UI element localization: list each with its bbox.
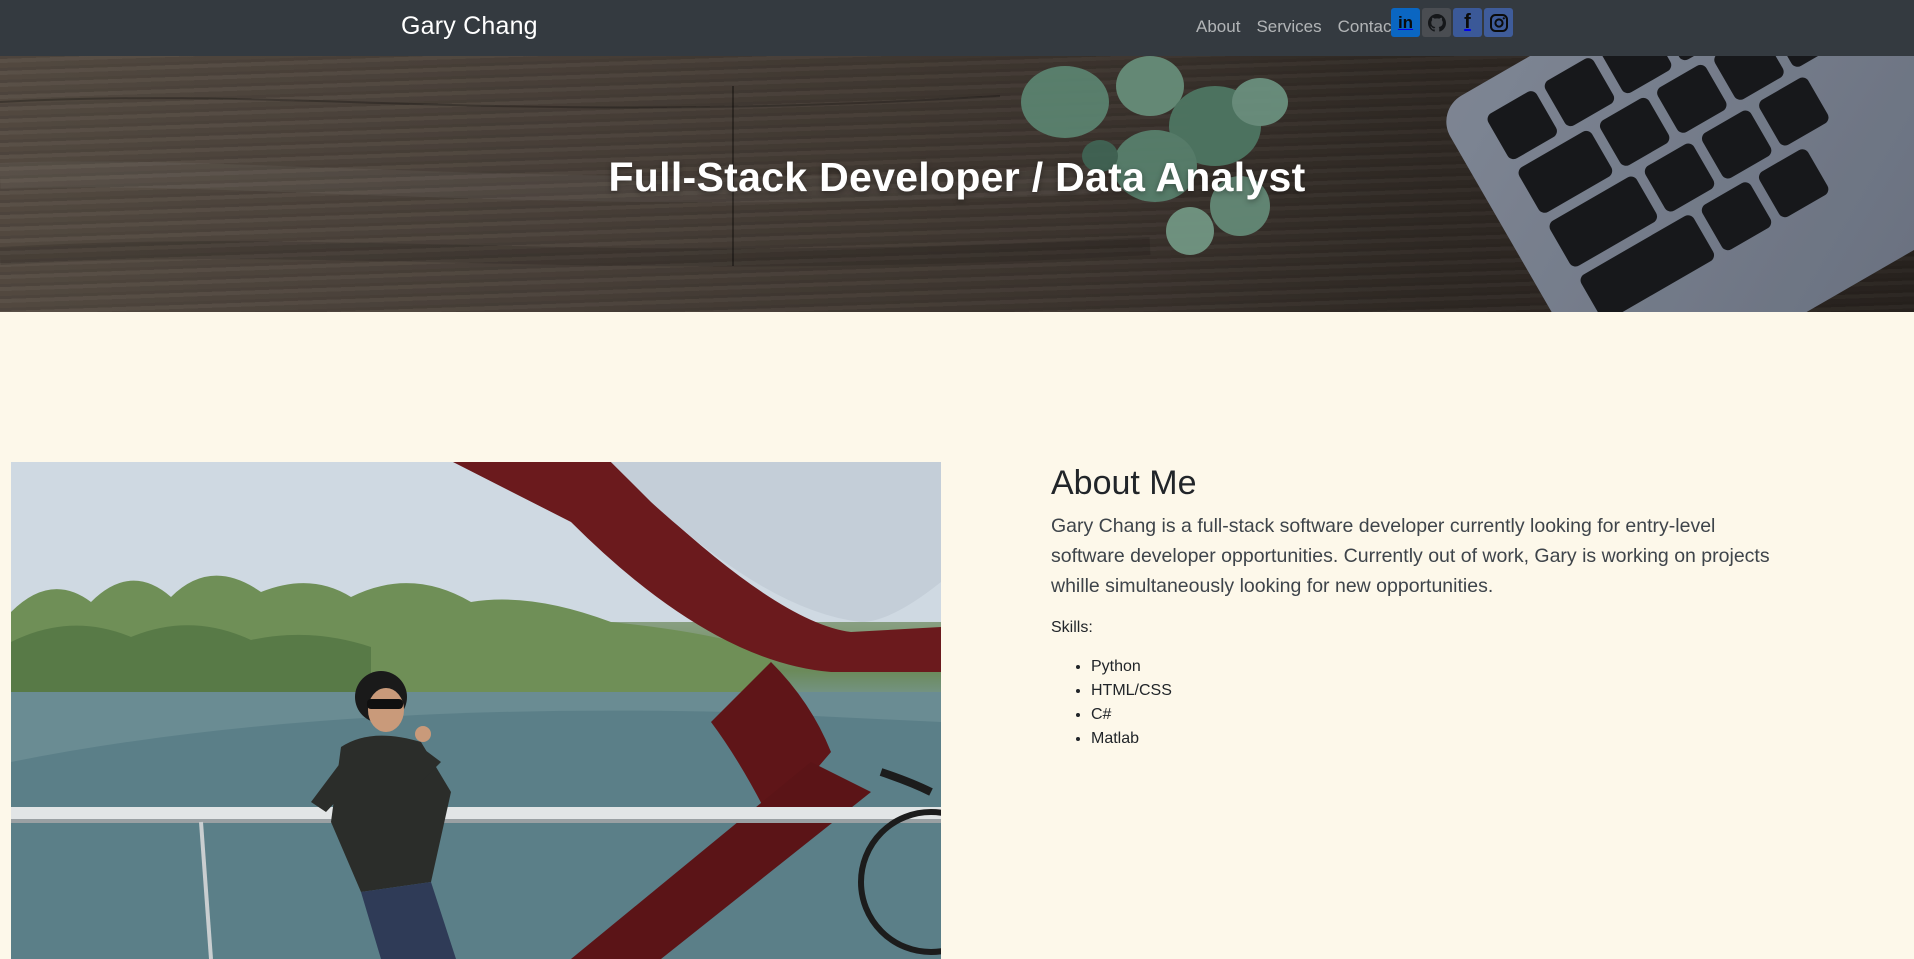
profile-photo bbox=[11, 462, 941, 959]
hero-title: Full-Stack Developer / Data Analyst bbox=[608, 154, 1306, 200]
skill-item: C# bbox=[1091, 703, 1791, 727]
facebook-icon[interactable]: f bbox=[1453, 8, 1482, 37]
nav-contact-link[interactable]: Contact bbox=[1338, 17, 1397, 37]
nav-links: About Services Contact bbox=[1196, 17, 1396, 37]
facebook-glyph: f bbox=[1464, 11, 1471, 33]
brand-link[interactable]: Gary Chang bbox=[401, 12, 538, 41]
skills-label: Skills: bbox=[1051, 619, 1093, 636]
social-links: in f bbox=[1391, 8, 1513, 37]
skill-item: Matlab bbox=[1091, 727, 1791, 751]
about-lead-paragraph: Gary Chang is a full-stack software deve… bbox=[1051, 515, 1770, 597]
github-icon[interactable] bbox=[1422, 8, 1451, 37]
nav-about-link[interactable]: About bbox=[1196, 17, 1240, 37]
linkedin-glyph: in bbox=[1397, 12, 1414, 32]
about-section: About Me Gary Chang is a full-stack soft… bbox=[1051, 461, 1791, 751]
about-heading: About Me bbox=[1051, 464, 1197, 502]
skills-list: Python HTML/CSS C# Matlab bbox=[1051, 655, 1791, 751]
hero-banner: Full-Stack Developer / Data Analyst bbox=[0, 56, 1914, 312]
profile-photo-illustration bbox=[11, 462, 941, 959]
linkedin-icon[interactable]: in bbox=[1391, 8, 1420, 37]
github-mark bbox=[1427, 13, 1446, 32]
nav-services-link[interactable]: Services bbox=[1256, 17, 1321, 37]
instagram-mark bbox=[1489, 13, 1508, 32]
skill-item: HTML/CSS bbox=[1091, 679, 1791, 703]
top-navbar: Gary Chang About Services Contact in f bbox=[0, 0, 1914, 56]
instagram-icon[interactable] bbox=[1484, 8, 1513, 37]
skill-item: Python bbox=[1091, 655, 1791, 679]
